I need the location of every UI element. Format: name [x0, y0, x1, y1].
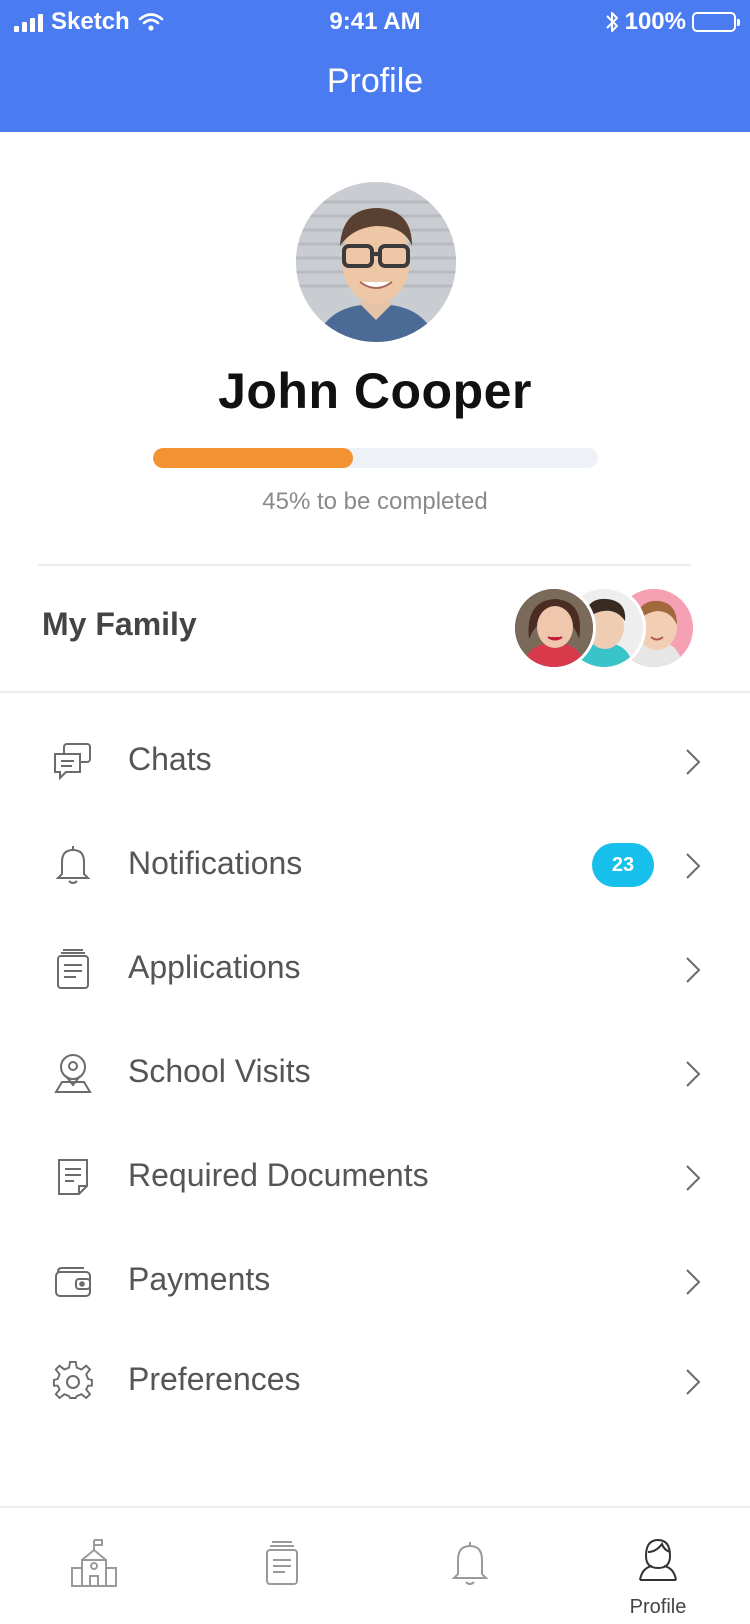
app-header: Sketch 9:41 AM 100% Profile: [0, 0, 750, 132]
tab-applications[interactable]: [188, 1508, 376, 1624]
menu-item-applications[interactable]: Applications: [0, 919, 750, 1019]
tab-schools[interactable]: [0, 1508, 188, 1624]
tab-label: Profile: [629, 1596, 687, 1618]
location-pin-icon: [52, 1052, 94, 1094]
gear-icon: [52, 1360, 94, 1402]
bell-icon: [52, 844, 94, 886]
chevron-right-icon: [682, 851, 704, 881]
family-avatars[interactable]: [512, 586, 696, 670]
wallet-icon: [52, 1260, 94, 1302]
chevron-right-icon: [682, 1267, 704, 1297]
menu-item-payments[interactable]: Payments: [0, 1231, 750, 1331]
status-bar: Sketch 9:41 AM 100%: [0, 0, 750, 44]
progress-fill: [153, 448, 354, 468]
document-icon: [52, 1156, 94, 1198]
chevron-right-icon: [682, 1059, 704, 1089]
tab-bar: Profile: [0, 1506, 750, 1624]
menu-item-school-visits[interactable]: School Visits: [0, 1023, 750, 1123]
page-title: Profile: [326, 62, 424, 100]
profile-avatar[interactable]: [296, 182, 456, 342]
divider: [38, 564, 691, 566]
menu-label: Applications: [128, 949, 301, 985]
chevron-right-icon: [682, 955, 704, 985]
battery-icon: [692, 12, 740, 32]
divider: [0, 691, 750, 693]
menu-label: Notifications: [128, 845, 303, 881]
bell-icon: [446, 1538, 494, 1590]
menu-label: School Visits: [128, 1053, 311, 1089]
notification-count-badge: 23: [592, 843, 654, 887]
document-stack-icon: [258, 1538, 306, 1590]
family-label: My Family: [42, 606, 197, 642]
menu-item-preferences[interactable]: Preferences: [0, 1331, 750, 1431]
menu-item-required-documents[interactable]: Required Documents: [0, 1127, 750, 1227]
profile-name: John Cooper: [218, 363, 532, 419]
tab-profile[interactable]: Profile: [564, 1508, 750, 1624]
profile-progress-bar: [153, 448, 598, 468]
user-icon: [634, 1534, 682, 1586]
menu-label: Chats: [128, 741, 212, 777]
chevron-right-icon: [682, 1367, 704, 1397]
document-stack-icon: [52, 948, 94, 990]
battery-percent: 100%: [624, 8, 686, 35]
school-icon: [70, 1538, 118, 1590]
tab-notifications[interactable]: [376, 1508, 564, 1624]
chevron-right-icon: [682, 747, 704, 777]
menu-item-notifications[interactable]: Notifications 23: [0, 815, 750, 915]
family-avatar-woman[interactable]: [512, 586, 596, 670]
menu-label: Payments: [128, 1261, 271, 1297]
chat-icon: [52, 740, 94, 782]
bluetooth-icon: [605, 10, 619, 34]
menu-label: Preferences: [128, 1361, 301, 1397]
menu-label: Required Documents: [128, 1157, 429, 1193]
chevron-right-icon: [682, 1163, 704, 1193]
status-right: 100%: [605, 8, 740, 36]
menu-item-chats[interactable]: Chats: [0, 711, 750, 811]
progress-caption: 45% to be completed: [262, 488, 488, 515]
